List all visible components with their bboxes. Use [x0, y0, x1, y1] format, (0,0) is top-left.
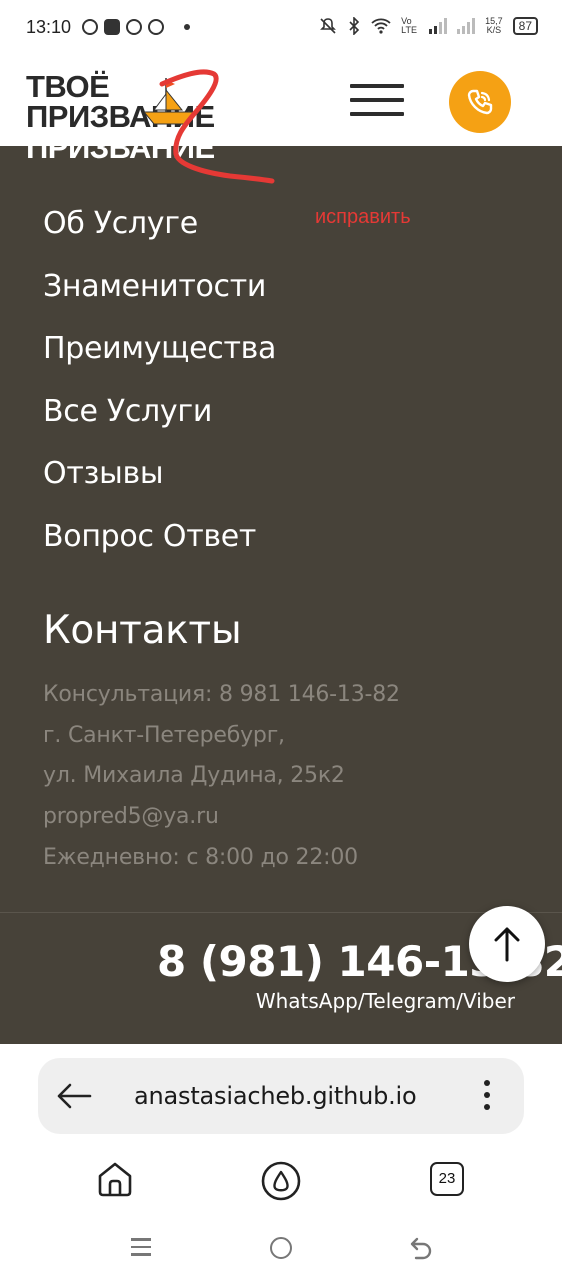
network-speed: 15,7 K/S [485, 17, 503, 35]
back-arrow-icon[interactable] [56, 1080, 92, 1112]
contact-email[interactable]: propred5@ya.ru [43, 802, 400, 843]
boat-icon [144, 78, 197, 125]
alice-assistant-icon[interactable] [260, 1160, 302, 1202]
speed-unit: K/S [486, 25, 502, 35]
status-time: 13:10 [26, 17, 72, 37]
site-logo[interactable]: ТВОЁ ПРИЗВАНИЕ [26, 71, 215, 132]
notification-icons [82, 19, 190, 35]
bluetooth-icon [349, 17, 360, 35]
wifi-icon [371, 18, 391, 34]
b-icon [82, 19, 98, 35]
go-icon [148, 19, 164, 35]
system-navigation-bar [0, 1232, 562, 1262]
address-bar[interactable]: anastasiacheb.github.io [38, 1058, 524, 1134]
site-header: ТВОЁ ПРИЗВАНИЕ [0, 58, 562, 146]
status-right: Vo LTE 15,7 K/S 87 [319, 17, 538, 35]
status-bar: 13:10 Vo LTE 15,7 K/S 87 [0, 0, 562, 58]
more-options-icon[interactable] [484, 1080, 492, 1116]
w-app-icon [104, 19, 120, 35]
contact-hours: Ежедневно: с 8:00 до 22:00 [43, 844, 358, 870]
home-icon[interactable] [96, 1160, 134, 1198]
menu-item-about-service[interactable]: Об Услуге [43, 204, 276, 267]
hamburger-line [350, 84, 404, 88]
battery-icon: 87 [512, 17, 538, 35]
mobile-menu-panel: ПРИЗВАНИЕ исправить Об Услуге Знаменитос… [0, 146, 562, 912]
logo-overlap-text: ПРИЗВАНИЕ [26, 146, 215, 165]
network-type: Vo LTE [401, 16, 417, 35]
more-notifications-dot-icon [184, 24, 190, 30]
contact-city: г. Санкт-Петеребург, [43, 722, 285, 748]
menu-item-reviews[interactable]: Отзывы [43, 454, 276, 517]
scroll-to-top-button[interactable] [469, 906, 545, 982]
annotation-note: исправить [315, 206, 411, 228]
contact-street: ул. Михаила Дудина, 25к2 [43, 763, 345, 789]
contact-consultation-phone[interactable]: Консультация: 8 981 146-13-82 [43, 680, 400, 721]
signal-2-icon [457, 18, 476, 34]
clover-icon [126, 19, 142, 35]
menu-toggle-button[interactable] [350, 84, 404, 120]
recent-apps-icon[interactable] [131, 1238, 151, 1261]
system-home-icon[interactable] [270, 1237, 292, 1259]
hamburger-line [350, 98, 404, 102]
arrow-up-icon [494, 927, 520, 962]
menu-nav: Об Услуге Знаменитости Преимущества Все … [43, 204, 276, 579]
contacts-list: Консультация: 8 981 146-13-82 г. Санкт-П… [43, 680, 400, 883]
contacts-heading: Контакты [43, 608, 242, 653]
browser-nav-row: 23 [0, 1160, 562, 1210]
menu-item-celebrities[interactable]: Знаменитости [43, 267, 276, 330]
phone-icon [467, 89, 493, 115]
mute-icon [320, 18, 337, 34]
menu-item-advantages[interactable]: Преимущества [43, 329, 276, 392]
menu-item-all-services[interactable]: Все Услуги [43, 392, 276, 455]
menu-item-faq[interactable]: Вопрос Ответ [43, 517, 276, 580]
messenger-list: WhatsApp/Telegram/Viber [255, 989, 515, 1013]
signal-1-icon [429, 18, 448, 34]
hamburger-line [350, 112, 404, 116]
call-button[interactable] [449, 71, 511, 133]
url-text[interactable]: anastasiacheb.github.io [134, 1082, 417, 1110]
system-back-icon[interactable] [409, 1236, 433, 1260]
tabs-counter-button[interactable]: 23 [430, 1162, 464, 1196]
